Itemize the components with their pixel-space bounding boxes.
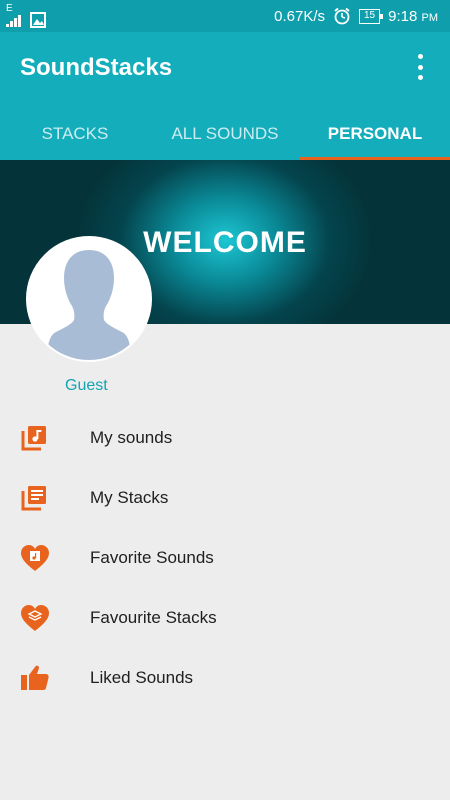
net-speed: 0.67K/s <box>274 7 325 25</box>
heart-stack-icon <box>0 604 90 632</box>
tab-stacks[interactable]: STACKS <box>0 110 150 160</box>
menu-item-favourite-stacks[interactable]: Favourite Stacks <box>0 588 450 648</box>
menu-label: Liked Sounds <box>90 668 194 687</box>
more-dot-icon <box>417 75 423 80</box>
battery-icon: 15 <box>359 8 384 24</box>
status-right: 0.67K/s 15 9:18 PM <box>274 7 438 25</box>
more-dot-icon <box>417 54 423 59</box>
tab-personal[interactable]: PERSONAL <box>300 110 450 160</box>
image-icon <box>30 12 46 28</box>
network-type: E <box>6 3 13 14</box>
tab-all-sounds[interactable]: ALL SOUNDS <box>150 110 300 160</box>
thumbs-up-icon <box>0 664 90 692</box>
tab-bar: STACKS ALL SOUNDS PERSONAL <box>0 110 450 160</box>
menu-label: My Stacks <box>90 488 169 507</box>
menu-item-favorite-sounds[interactable]: Favorite Sounds <box>0 528 450 588</box>
signal-icon <box>6 15 21 27</box>
music-library-icon <box>0 424 90 452</box>
menu-item-my-stacks[interactable]: My Stacks <box>0 468 450 528</box>
menu-label: Favorite Sounds <box>90 548 214 567</box>
alarm-icon <box>334 7 350 25</box>
menu-label: My sounds <box>90 428 173 447</box>
more-options-button[interactable] <box>408 52 432 82</box>
app-title: SoundStacks <box>20 54 173 81</box>
network-indicator: E <box>6 4 24 32</box>
clock: 9:18 PM <box>388 8 438 25</box>
more-dot-icon <box>417 64 423 70</box>
clock-ampm: PM <box>421 11 439 24</box>
app-bar: SoundStacks STACKS ALL SOUNDS PERSONAL <box>0 32 450 160</box>
menu-item-my-sounds[interactable]: My sounds <box>0 408 450 468</box>
clock-time: 9:18 <box>388 7 418 25</box>
status-left: E <box>6 4 46 32</box>
menu-label: Favourite Stacks <box>90 608 217 627</box>
default-user-icon <box>28 238 150 360</box>
menu-item-liked-sounds[interactable]: Liked Sounds <box>0 648 450 708</box>
user-name: Guest <box>65 377 108 394</box>
status-bar: E 0.67K/s 15 9:18 PM <box>0 0 450 32</box>
heart-music-icon <box>0 544 90 572</box>
avatar[interactable] <box>26 236 152 362</box>
personal-menu: My sounds My Stacks Favorite Sounds Favo… <box>0 408 450 708</box>
stack-list-icon <box>0 484 90 512</box>
